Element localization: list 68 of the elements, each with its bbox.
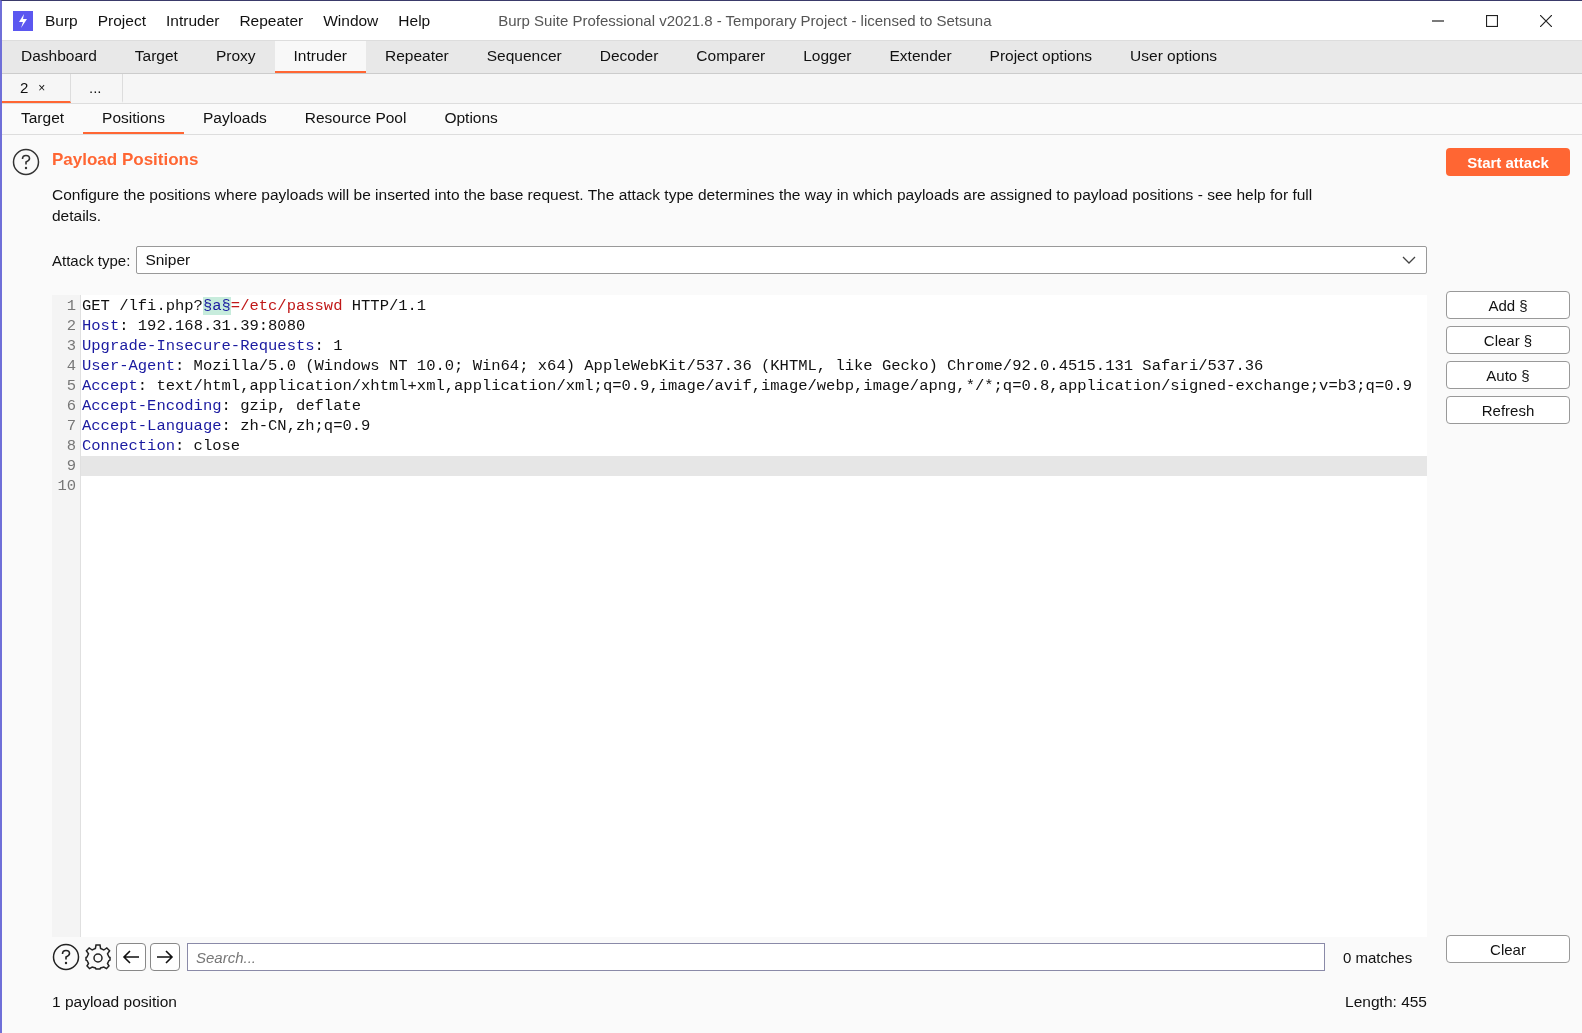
right-arrow-icon xyxy=(156,950,174,964)
code-line: Accept: text/html,application/xhtml+xml,application/xml;q=0.9,image/avif,image/webp,image/apng,*/*;q=0.8,application/signed-exchange;v=b3;q=0.9 xyxy=(81,376,1414,396)
code-line: Upgrade-Insecure-Requests: 1 xyxy=(81,336,344,356)
line-number: 6 xyxy=(65,396,76,416)
app-logo-icon xyxy=(13,10,33,31)
line-number: 7 xyxy=(65,416,76,436)
main-tab[interactable]: Decoder xyxy=(580,41,678,73)
editor-action-button[interactable]: Add § xyxy=(1446,291,1570,319)
main-tab[interactable]: Proxy xyxy=(196,41,275,73)
editor-action-button[interactable]: Refresh xyxy=(1446,396,1570,424)
forward-button[interactable] xyxy=(150,943,180,971)
code-line: User-Agent: Mozilla/5.0 (Windows NT 10.0; Win64; x64) AppleWebKit/537.36 (KHTML, like Gecko) Chrome/92.0.4515.131 Safari/537.36 xyxy=(81,356,1265,376)
menu-item[interactable]: Help xyxy=(398,11,431,30)
menu-item[interactable]: Window xyxy=(323,11,379,30)
maximize-icon[interactable] xyxy=(1486,14,1498,27)
menu-item[interactable]: Burp xyxy=(45,11,78,30)
menu-item[interactable]: Repeater xyxy=(239,11,304,30)
line-number: 4 xyxy=(65,356,76,376)
left-arrow-icon xyxy=(122,950,140,964)
settings-icon[interactable] xyxy=(84,943,112,971)
sub-tab[interactable]: Target xyxy=(2,104,84,134)
code-line: Accept-Language: zh-CN,zh;q=0.9 xyxy=(81,416,372,436)
menu-item[interactable]: Project xyxy=(97,11,146,30)
code-line: Connection: close xyxy=(81,436,242,456)
window-title: Burp Suite Professional v2021.8 - Temporary Project - licensed to Setsuna xyxy=(498,12,993,29)
code-line: Accept-Encoding: gzip, deflate xyxy=(81,396,363,416)
line-number: 5 xyxy=(65,376,76,396)
clear-button[interactable]: Clear xyxy=(1446,935,1570,963)
main-tab[interactable]: Dashboard xyxy=(2,41,116,73)
section-title: Payload Positions xyxy=(52,150,200,170)
main-tab[interactable]: User options xyxy=(1111,41,1237,73)
instance-tab[interactable]: ... xyxy=(71,74,123,103)
code-line: Host: 192.168.31.39:8080 xyxy=(81,316,307,336)
main-tab[interactable]: Sequencer xyxy=(467,41,581,73)
line-number: 2 xyxy=(65,316,76,336)
match-count: 0 matches xyxy=(1343,948,1414,966)
close-tab-button[interactable]: × xyxy=(38,80,46,95)
line-number: 9 xyxy=(65,456,76,476)
main-tab[interactable]: Extender xyxy=(870,41,971,73)
back-button[interactable] xyxy=(116,943,146,971)
editor-action-button[interactable]: Auto § xyxy=(1446,361,1570,389)
payload-position-count: 1 payload position xyxy=(52,993,177,1012)
main-tab[interactable]: Project options xyxy=(970,41,1112,73)
help-icon xyxy=(12,148,40,176)
close-icon[interactable] xyxy=(1540,14,1552,27)
main-tab[interactable]: Repeater xyxy=(365,41,468,73)
chevron-down-icon xyxy=(1402,256,1416,264)
sub-tab[interactable]: Positions xyxy=(83,104,184,134)
line-number: 1 xyxy=(65,296,76,316)
editor-action-button[interactable]: Clear § xyxy=(1446,326,1570,354)
line-number: 3 xyxy=(65,336,76,356)
code-line: GET /lfi.php?§a§=/etc/passwd HTTP/1.1 xyxy=(81,296,428,316)
main-tab[interactable]: Intruder xyxy=(274,41,366,73)
line-number: 10 xyxy=(56,476,76,496)
sub-tab[interactable]: Options xyxy=(425,104,517,134)
main-tab[interactable]: Logger xyxy=(784,41,871,73)
sub-tab[interactable]: Payloads xyxy=(184,104,286,134)
menu-item[interactable]: Intruder xyxy=(166,11,220,30)
line-number: 8 xyxy=(65,436,76,456)
description-text: Configure the positions where payloads will be inserted into the base request. The attack type determines the way in which payloads are assigned to payload positions - see help for full details. xyxy=(52,185,1314,226)
search-field[interactable]: Search... xyxy=(187,943,1325,971)
sub-tab[interactable]: Resource Pool xyxy=(285,104,426,134)
main-tab[interactable]: Target xyxy=(115,41,197,73)
help-icon[interactable] xyxy=(52,943,80,971)
attack-type-dropdown[interactable]: Sniper xyxy=(136,246,1427,274)
request-length: Length: 455 xyxy=(1345,993,1427,1012)
attack-type-label: Attack type: xyxy=(52,251,131,269)
main-tab[interactable]: Comparer xyxy=(677,41,785,73)
